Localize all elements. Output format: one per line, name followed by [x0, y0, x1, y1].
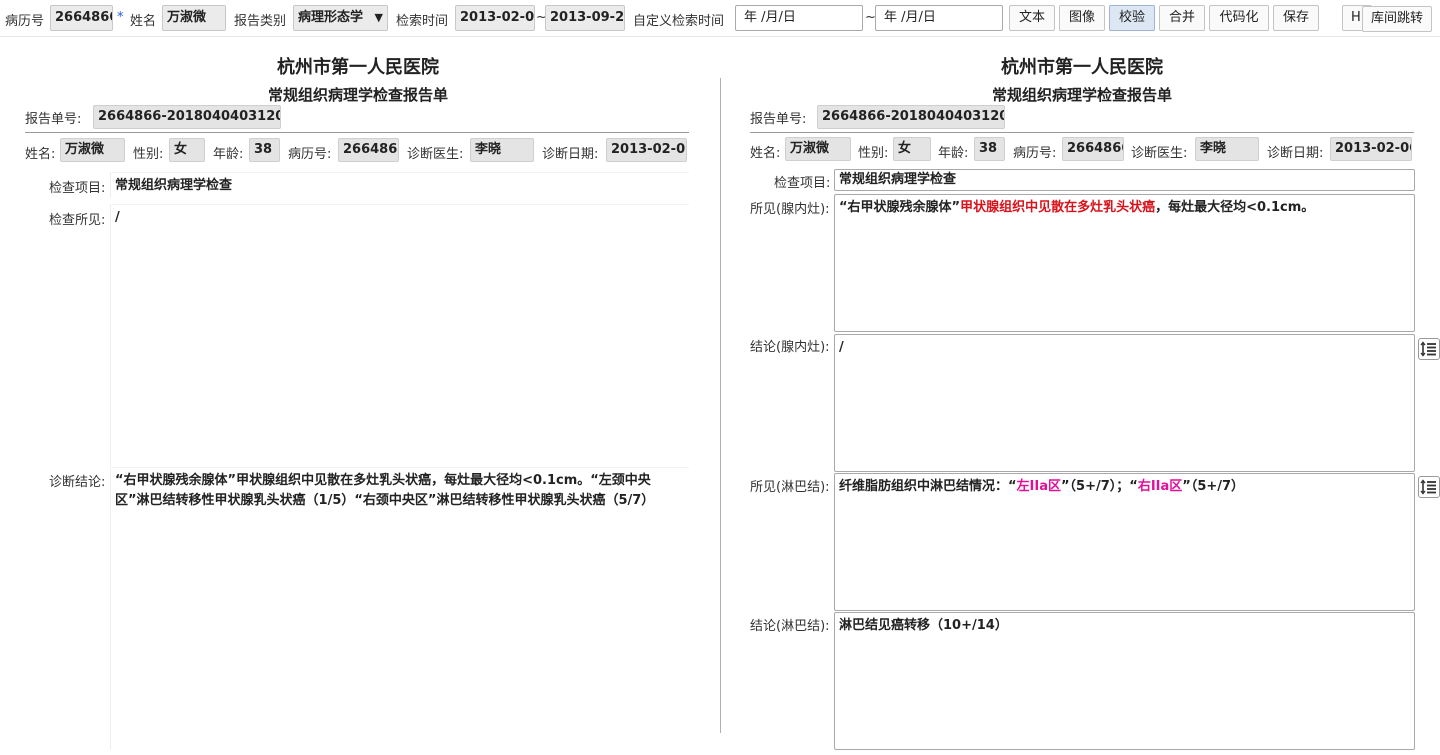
- right-lymph-findings[interactable]: 纤维脂肪组织中淋巴结情况：“左IIa区”（5+/7）；“右IIa区”（5+/7）: [834, 473, 1415, 611]
- name-input[interactable]: 万淑微: [162, 5, 226, 31]
- right-gland-conclusion[interactable]: /: [834, 334, 1415, 472]
- left-sex-label: 性别:: [133, 147, 164, 162]
- lymph-findings-text-1: 纤维脂肪组织中淋巴结情况：“: [839, 479, 1017, 494]
- right-rule: [750, 132, 1414, 133]
- codify-button[interactable]: 代码化: [1209, 5, 1269, 31]
- report-type-label: 报告类别: [234, 14, 287, 29]
- right-report-no-label: 报告单号:: [750, 112, 807, 127]
- right-gland-conclusion-label: 结论(腺内灶):: [750, 340, 830, 355]
- required-mark: *: [117, 10, 124, 25]
- right-lymph-conclusion-label: 结论(淋巴结):: [750, 619, 830, 634]
- record-no-input[interactable]: 2664866: [50, 5, 113, 31]
- left-findings-label: 检查所见:: [49, 213, 106, 228]
- custom-time-label: 自定义检索时间: [633, 14, 725, 29]
- right-record: 2664866: [1062, 137, 1124, 161]
- search-time-label: 检索时间: [396, 14, 449, 29]
- right-doctor-label: 诊断医生:: [1131, 146, 1188, 161]
- left-record-label: 病历号:: [288, 147, 332, 162]
- toolbar-divider: [0, 36, 1440, 37]
- left-doctor: 李晓: [470, 138, 534, 162]
- left-exam-item[interactable]: 常规组织病理学检查: [110, 172, 689, 198]
- right-lymph-conclusion[interactable]: 淋巴结见癌转移（10+/14）: [834, 612, 1415, 750]
- text-button[interactable]: 文本: [1009, 5, 1055, 31]
- left-name-label: 姓名:: [25, 147, 56, 162]
- left-age: 38: [249, 138, 280, 162]
- left-name: 万淑微: [60, 138, 125, 162]
- right-exam-item-label: 检查项目:: [774, 176, 831, 191]
- image-button[interactable]: 图像: [1059, 5, 1105, 31]
- right-doctor: 李晓: [1195, 137, 1259, 161]
- search-time-to-input[interactable]: 2013-09-26: [545, 5, 625, 31]
- left-sex: 女: [169, 138, 205, 162]
- right-exam-item[interactable]: 常规组织病理学检查: [834, 169, 1415, 191]
- name-label: 姓名: [130, 14, 157, 29]
- gland-findings-highlight: 甲状腺组织中见散在多灶乳头状癌: [960, 200, 1156, 215]
- left-doctor-label: 诊断医生:: [407, 147, 464, 162]
- right-lymph-findings-label: 所见(淋巴结):: [750, 480, 830, 495]
- left-conclusion[interactable]: “右甲状腺残余腺体”甲状腺组织中见散在多灶乳头状癌，每灶最大径均<0.1cm。“…: [110, 467, 689, 750]
- left-date: 2013-02-06: [606, 138, 687, 162]
- right-sex-label: 性别:: [858, 146, 889, 161]
- lymph-findings-text-2: ”（5+/7）；“: [1061, 479, 1138, 494]
- gland-findings-text-1: “右甲状腺残余腺体”: [839, 200, 961, 215]
- left-record: 2664866: [338, 138, 399, 162]
- jump-button[interactable]: 库间跳转: [1362, 6, 1432, 32]
- left-conclusion-label: 诊断结论:: [49, 475, 106, 490]
- expand-lines-icon[interactable]: [1418, 476, 1440, 498]
- left-age-label: 年龄:: [213, 147, 244, 162]
- left-report-no: 2664866-2018040403120463: [93, 105, 281, 129]
- right-age-label: 年龄:: [938, 146, 969, 161]
- left-report-title: 常规组织病理学检查报告单: [267, 86, 448, 104]
- lymph-findings-text-3: ”（5+/7）: [1182, 479, 1245, 494]
- search-time-from-input[interactable]: 2013-02-06: [455, 5, 535, 31]
- verify-button[interactable]: 校验: [1109, 5, 1155, 31]
- merge-button[interactable]: 合并: [1159, 5, 1205, 31]
- right-record-label: 病历号:: [1013, 146, 1057, 161]
- custom-time-to-input[interactable]: 年 /月/日: [875, 5, 1003, 31]
- expand-lines-icon[interactable]: [1418, 338, 1440, 360]
- right-sex: 女: [893, 137, 931, 161]
- left-exam-item-label: 检查项目:: [49, 181, 106, 196]
- left-date-label: 诊断日期:: [542, 147, 599, 162]
- record-no-label: 病历号: [5, 14, 45, 29]
- custom-time-from-input[interactable]: 年 /月/日: [735, 5, 863, 31]
- right-date: 2013-02-06: [1330, 137, 1412, 161]
- right-age: 38: [974, 137, 1005, 161]
- right-report-title: 常规组织病理学检查报告单: [991, 86, 1172, 104]
- right-gland-findings-label: 所见(腺内灶):: [750, 202, 830, 217]
- report-type-select[interactable]: 病理形态学 ▼: [293, 5, 388, 31]
- left-findings[interactable]: /: [110, 204, 689, 466]
- panel-divider: [720, 78, 721, 733]
- right-hospital-title: 杭州市第一人民医院: [1001, 57, 1163, 78]
- right-report-no: 2664866-2018040403120463: [817, 105, 1005, 129]
- lymph-findings-highlight-left: 左IIa区: [1016, 479, 1061, 494]
- right-gland-findings[interactable]: “右甲状腺残余腺体”甲状腺组织中见散在多灶乳头状癌，每灶最大径均<0.1cm。: [834, 194, 1415, 332]
- report-type-value: 病理形态学: [298, 10, 364, 25]
- left-rule: [25, 132, 689, 133]
- save-button[interactable]: 保存: [1273, 5, 1319, 31]
- dropdown-arrow-icon: ▼: [374, 11, 383, 24]
- right-date-label: 诊断日期:: [1267, 146, 1324, 161]
- right-name: 万淑微: [785, 137, 851, 161]
- right-name-label: 姓名:: [750, 146, 781, 161]
- left-report-no-label: 报告单号:: [25, 112, 82, 127]
- left-hospital-title: 杭州市第一人民医院: [277, 57, 439, 78]
- lymph-findings-highlight-right: 右IIa区: [1137, 479, 1183, 494]
- gland-findings-text-2: ，每灶最大径均<0.1cm。: [1155, 200, 1315, 215]
